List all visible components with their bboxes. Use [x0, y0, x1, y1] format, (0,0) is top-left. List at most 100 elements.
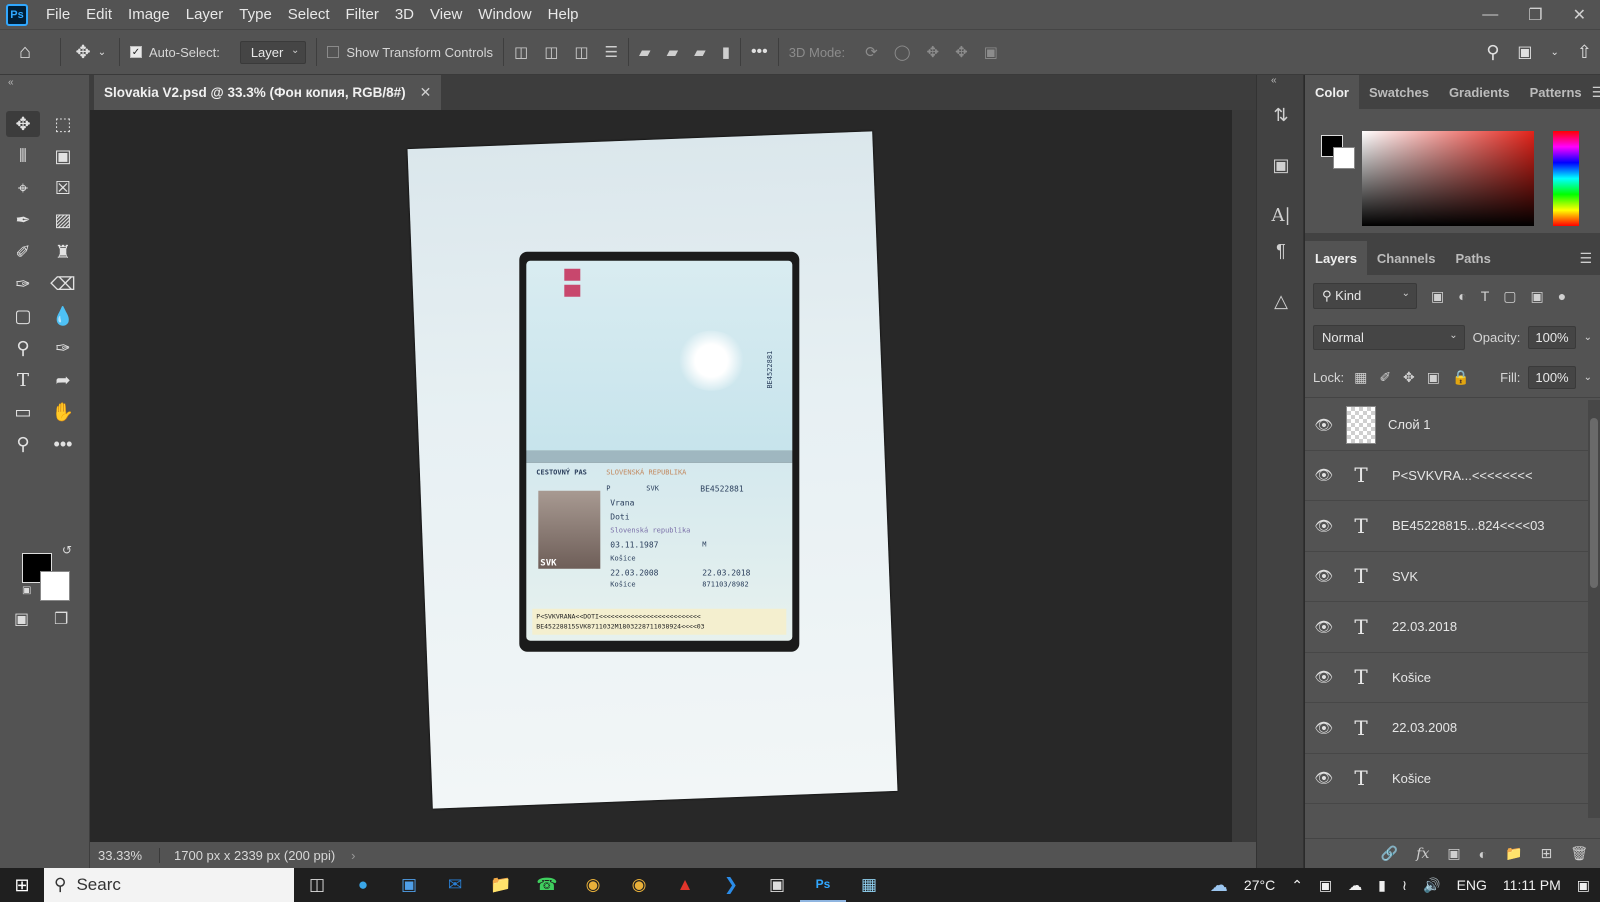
meet-icon[interactable]: ▣ [1319, 877, 1332, 894]
weather-icon[interactable]: ☁ [1210, 875, 1228, 896]
layer-row[interactable]: 👁 T 22.03.2018 [1305, 602, 1588, 653]
background-color-swatch[interactable] [40, 571, 70, 601]
photoshop-taskbar-icon[interactable]: Ps [800, 868, 846, 902]
windows-start-icon[interactable]: ⊞ [0, 875, 44, 896]
brush-tool-icon[interactable]: ✐ [6, 239, 40, 265]
clock[interactable]: 11:11 PM [1503, 877, 1561, 893]
lock-all-icon[interactable]: 🔒 [1452, 369, 1469, 386]
tab-paths[interactable]: Paths [1445, 241, 1500, 275]
menu-select[interactable]: Select [280, 6, 338, 23]
panel-menu-icon[interactable]: ☰ [1579, 250, 1592, 267]
auto-select-checkbox[interactable]: ✓ [130, 46, 142, 58]
menu-type[interactable]: Type [231, 6, 280, 23]
object-select-tool-icon[interactable]: ▣ [46, 143, 80, 169]
distribute-vertical-icon[interactable]: ▮ [722, 43, 730, 61]
language-indicator[interactable]: ENG [1457, 877, 1487, 893]
file-explorer-icon[interactable]: 📁 [478, 868, 524, 902]
pan-3d-icon[interactable]: ✥ [927, 43, 940, 61]
history-brush-tool-icon[interactable]: ✑ [6, 271, 40, 297]
libraries-icon[interactable]: ▣ [1269, 153, 1293, 177]
canvas[interactable]: BE4522881 CESTOVNÝ PAS SLOVENSKÁ REPUBLI… [90, 110, 1232, 842]
visibility-eye-icon[interactable]: 👁 [1305, 668, 1343, 686]
collapse-icon[interactable]: « [1271, 75, 1277, 86]
background-color-swatch[interactable] [1333, 147, 1355, 169]
fx-icon[interactable]: fx [1416, 846, 1429, 862]
layer-row[interactable]: 👁 Слой 1 [1305, 400, 1588, 451]
search-icon[interactable]: ⚲ [1486, 42, 1499, 63]
default-colors-icon[interactable]: ▣ [22, 585, 31, 596]
onedrive-icon[interactable]: ☁ [1348, 877, 1362, 894]
adjustment-layer-icon[interactable]: ◐ [1479, 846, 1487, 862]
panel-menu-icon[interactable]: ☰ [1592, 84, 1600, 101]
blend-mode-dropdown[interactable]: Normal ⌄ [1313, 325, 1465, 350]
scrollbar-thumb[interactable] [1590, 418, 1598, 588]
layer-row[interactable]: 👁 T Košice [1305, 653, 1588, 703]
visibility-eye-icon[interactable]: 👁 [1305, 466, 1343, 484]
workspace-icon[interactable]: ▣ [1517, 42, 1532, 62]
menu-edit[interactable]: Edit [78, 6, 120, 23]
healing-brush-tool-icon[interactable]: ▨ [46, 207, 80, 233]
tab-gradients[interactable]: Gradients [1439, 75, 1520, 109]
chevron-down-icon[interactable]: ⌄ [1584, 332, 1592, 343]
volume-icon[interactable]: 🔊 [1423, 877, 1440, 894]
chrome-profile-icon[interactable]: ◉ [616, 868, 662, 902]
tab-color[interactable]: Color [1305, 75, 1359, 109]
slide-3d-icon[interactable]: ✥ [955, 43, 968, 61]
visibility-eye-icon[interactable]: 👁 [1305, 517, 1343, 535]
share-icon[interactable]: ⇧ [1577, 42, 1592, 63]
layer-row[interactable]: 👁 T 22.03.2008 [1305, 703, 1588, 754]
show-transform-checkbox[interactable] [327, 46, 340, 58]
rectangle-tool-icon[interactable]: ▭ [6, 399, 40, 425]
weather-temperature[interactable]: 27°C [1244, 877, 1275, 893]
zoom-tool-icon[interactable]: ⚲ [6, 431, 40, 457]
frame-tool-icon[interactable]: ☒ [46, 175, 80, 201]
eyedropper-tool-icon[interactable]: ✒ [6, 207, 40, 233]
orbit-3d-icon[interactable]: ⟳ [865, 43, 878, 61]
type-tool-icon[interactable]: T [6, 367, 40, 393]
battery-icon[interactable]: ▮ [1378, 877, 1386, 894]
quick-mask-icon[interactable]: ▣ [14, 609, 29, 629]
paragraph-icon[interactable]: ¶ [1269, 239, 1293, 263]
tab-swatches[interactable]: Swatches [1359, 75, 1439, 109]
whatsapp-icon[interactable]: ☎ [524, 868, 570, 902]
chrome-icon[interactable]: ◉ [570, 868, 616, 902]
layer-row[interactable]: 👁 T P<SVKVRA...<<<<<<<< [1305, 451, 1588, 501]
acrobat-icon[interactable]: ▲ [662, 868, 708, 902]
visibility-eye-icon[interactable]: 👁 [1305, 719, 1343, 737]
smart-object-filter-icon[interactable]: ▣ [1531, 288, 1544, 305]
crop-tool-icon[interactable]: ⌖ [6, 175, 40, 201]
hue-slider[interactable] [1553, 131, 1579, 226]
collapse-icon[interactable]: « [8, 77, 14, 88]
chevron-down-icon[interactable]: ⌄ [1551, 47, 1559, 58]
marquee-tool-icon[interactable]: ⬚ [46, 111, 80, 137]
distribute-icon[interactable]: ☰ [605, 43, 618, 61]
visibility-eye-icon[interactable]: 👁 [1305, 567, 1343, 585]
vscode-icon[interactable]: ❯ [708, 868, 754, 902]
lock-artboard-icon[interactable]: ▣ [1427, 369, 1440, 386]
layer-row[interactable]: 👁 T SVK [1305, 552, 1588, 602]
tab-patterns[interactable]: Patterns [1520, 75, 1592, 109]
link-layers-icon[interactable]: 🔗 [1381, 845, 1398, 862]
align-right-icon[interactable]: ◫ [574, 43, 588, 61]
delete-layer-icon[interactable]: 🗑 [1570, 845, 1588, 862]
wifi-icon[interactable]: ≀ [1402, 877, 1407, 894]
edge-icon[interactable]: ● [340, 868, 386, 902]
pen-tool-icon[interactable]: ✑ [46, 335, 80, 361]
align-top-icon[interactable]: ▰ [639, 43, 651, 61]
visibility-eye-icon[interactable]: 👁 [1305, 618, 1343, 636]
chevron-right-icon[interactable]: › [351, 848, 355, 863]
home-icon[interactable]: ⌂ [0, 41, 50, 64]
align-center-icon[interactable]: ◫ [544, 43, 558, 61]
store-icon[interactable]: ▣ [386, 868, 432, 902]
restore-icon[interactable]: ❐ [1528, 5, 1542, 25]
minimize-icon[interactable]: — [1482, 6, 1498, 24]
auto-select-dropdown[interactable]: Layer ⌄ [239, 40, 307, 64]
opacity-input[interactable]: 100% [1528, 326, 1576, 349]
menu-window[interactable]: Window [470, 6, 539, 23]
path-select-tool-icon[interactable]: ➦ [46, 367, 80, 393]
layer-row[interactable]: 👁 T Košice [1305, 754, 1588, 804]
app-icon[interactable]: ▣ [754, 868, 800, 902]
chevron-down-icon[interactable]: ⌄ [1584, 372, 1592, 383]
visibility-eye-icon[interactable]: 👁 [1305, 769, 1343, 787]
filter-toggle-icon[interactable]: ● [1558, 288, 1566, 305]
